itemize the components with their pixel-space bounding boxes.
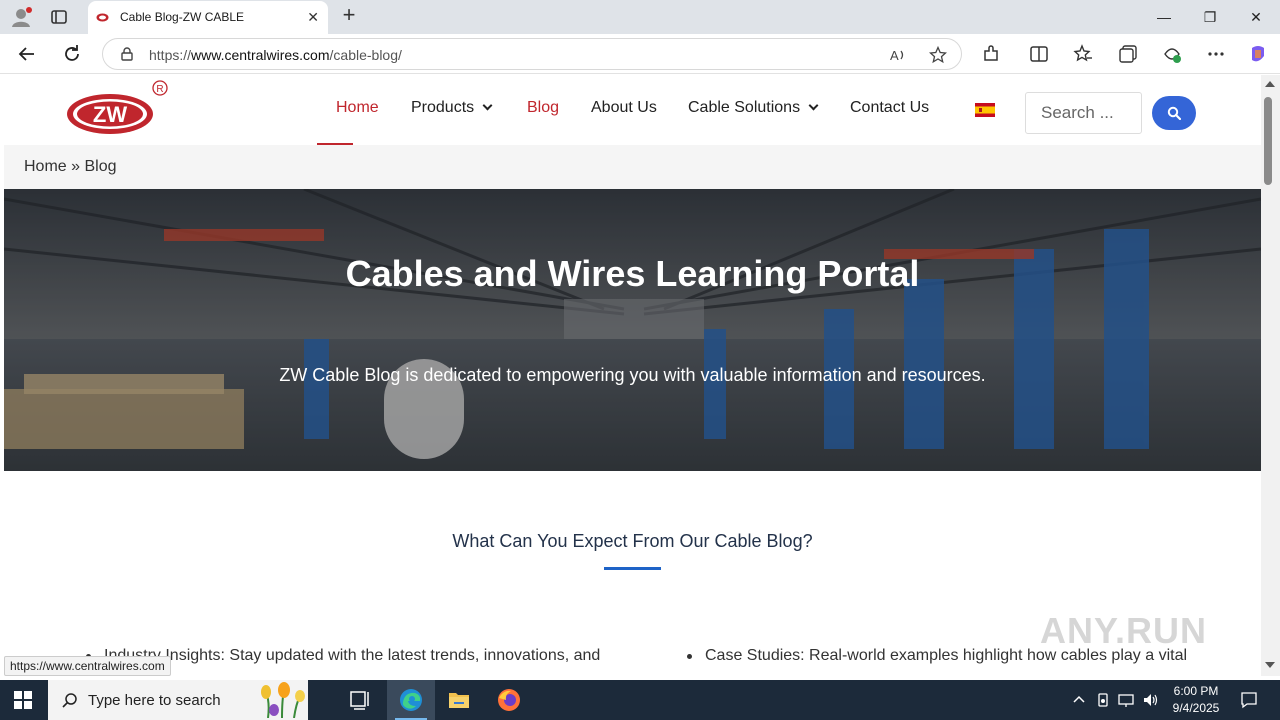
hero-banner: Cables and Wires Learning Portal ZW Cabl…	[4, 189, 1261, 471]
svg-text:R: R	[156, 84, 163, 95]
back-icon[interactable]	[16, 43, 38, 65]
taskbar-search-placeholder: Type here to search	[88, 692, 221, 709]
browser-toolbar: https://www.centralwires.com/cable-blog/…	[0, 34, 1280, 74]
profile-icon[interactable]	[10, 6, 32, 28]
section-title: What Can You Expect From Our Cable Blog?	[452, 531, 813, 551]
split-screen-icon[interactable]	[1029, 44, 1049, 64]
active-tab[interactable]: Cable Blog-ZW CABLE ✕	[88, 1, 328, 34]
minimize-button[interactable]: —	[1153, 6, 1175, 28]
nav-products[interactable]: Products	[411, 99, 493, 117]
watermark: ANY.RUN	[1040, 610, 1208, 651]
favorite-star-icon[interactable]	[929, 46, 947, 64]
nav-contact-us[interactable]: Contact Us	[850, 99, 929, 117]
taskbar-clock[interactable]: 6:00 PM 9/4/2025	[1164, 683, 1228, 717]
chevron-up-icon[interactable]	[1071, 692, 1087, 708]
scroll-down-arrow-icon[interactable]	[1265, 662, 1275, 668]
usb-device-icon[interactable]	[1095, 692, 1111, 708]
page-viewport: ZW R Home Products Blog About Us Cable S…	[4, 75, 1261, 676]
site-search-button[interactable]	[1152, 96, 1196, 130]
clock-date: 9/4/2025	[1172, 701, 1220, 715]
taskbar-firefox-app[interactable]	[485, 680, 533, 720]
volume-icon[interactable]	[1142, 692, 1158, 708]
collections-icon[interactable]	[1118, 44, 1138, 64]
nav-blog[interactable]: Blog	[527, 99, 559, 117]
nav-cable-solutions[interactable]: Cable Solutions	[688, 99, 819, 117]
scroll-up-arrow-icon[interactable]	[1265, 81, 1275, 87]
zw-logo[interactable]: ZW R	[64, 79, 168, 139]
clock-time: 6:00 PM	[1173, 684, 1219, 698]
site-search-input[interactable]	[1026, 93, 1141, 133]
breadcrumb-bar: Home » Blog	[4, 145, 1261, 189]
nav-about-us[interactable]: About Us	[591, 99, 657, 117]
site-header: ZW R Home Products Blog About Us Cable S…	[4, 75, 1261, 145]
tab-title: Cable Blog-ZW CABLE	[120, 10, 245, 24]
refresh-icon[interactable]	[61, 43, 83, 65]
edge-icon	[400, 689, 422, 711]
windows-taskbar: Type here to search 6:00 PM 9/4/2025	[0, 680, 1280, 720]
breadcrumb-current: Blog	[84, 158, 117, 175]
spanish-flag-icon[interactable]	[975, 103, 995, 117]
tulips-decoration-icon	[261, 682, 305, 718]
read-aloud-icon[interactable]: A	[889, 46, 907, 64]
page-scrollbar[interactable]	[1261, 75, 1280, 676]
browser-essentials-icon[interactable]	[1162, 44, 1182, 64]
chevron-down-icon	[482, 100, 493, 111]
scroll-thumb[interactable]	[1264, 97, 1272, 185]
more-options-icon[interactable]	[1206, 44, 1226, 64]
restore-button[interactable]: ❐	[1199, 6, 1221, 28]
factory-background-image	[4, 189, 1261, 471]
address-url[interactable]: https://www.centralwires.com/cable-blog/	[149, 47, 402, 63]
site-info-icon[interactable]	[119, 46, 135, 62]
chevron-down-icon	[808, 100, 819, 111]
search-icon	[1167, 106, 1181, 120]
firefox-icon	[498, 689, 520, 711]
hero-title: Cables and Wires Learning Portal	[345, 253, 920, 294]
nav-home[interactable]: Home	[336, 99, 379, 117]
address-bar[interactable]: https://www.centralwires.com/cable-blog/…	[102, 38, 962, 70]
favorites-icon[interactable]	[1073, 44, 1093, 64]
list-item: Industry Insights: Stay updated with the…	[85, 647, 601, 664]
breadcrumb-separator: »	[66, 158, 85, 175]
extensions-icon[interactable]	[981, 44, 1001, 64]
zw-favicon-icon	[96, 13, 109, 22]
taskbar-file-explorer-app[interactable]	[435, 680, 483, 720]
browser-tab-strip: Cable Blog-ZW CABLE ✕ + — ❐ ✕	[0, 0, 1280, 34]
task-view-icon[interactable]	[336, 680, 384, 720]
folder-icon	[449, 693, 469, 708]
hero-subtitle: ZW Cable Blog is dedicated to empowering…	[279, 365, 986, 385]
search-icon	[62, 693, 77, 708]
tab-close-button[interactable]: ✕	[307, 9, 319, 25]
tab-actions-icon[interactable]	[50, 8, 68, 26]
windows-start-icon[interactable]	[14, 691, 32, 709]
network-icon[interactable]	[1118, 692, 1134, 708]
copilot-icon[interactable]	[1248, 44, 1268, 64]
breadcrumb: Home » Blog	[24, 158, 117, 176]
status-bar-url: https://www.centralwires.com	[4, 656, 171, 676]
notifications-icon[interactable]	[1240, 691, 1258, 709]
svg-text:ZW: ZW	[93, 102, 127, 127]
site-search-box	[1025, 92, 1142, 134]
new-tab-button[interactable]: +	[338, 4, 360, 27]
svg-text:A: A	[890, 48, 899, 63]
section-title-underline	[604, 567, 661, 570]
taskbar-search-box[interactable]: Type here to search	[48, 680, 308, 720]
close-window-button[interactable]: ✕	[1245, 6, 1267, 28]
breadcrumb-home-link[interactable]: Home	[24, 158, 67, 175]
taskbar-edge-app[interactable]	[387, 680, 435, 720]
